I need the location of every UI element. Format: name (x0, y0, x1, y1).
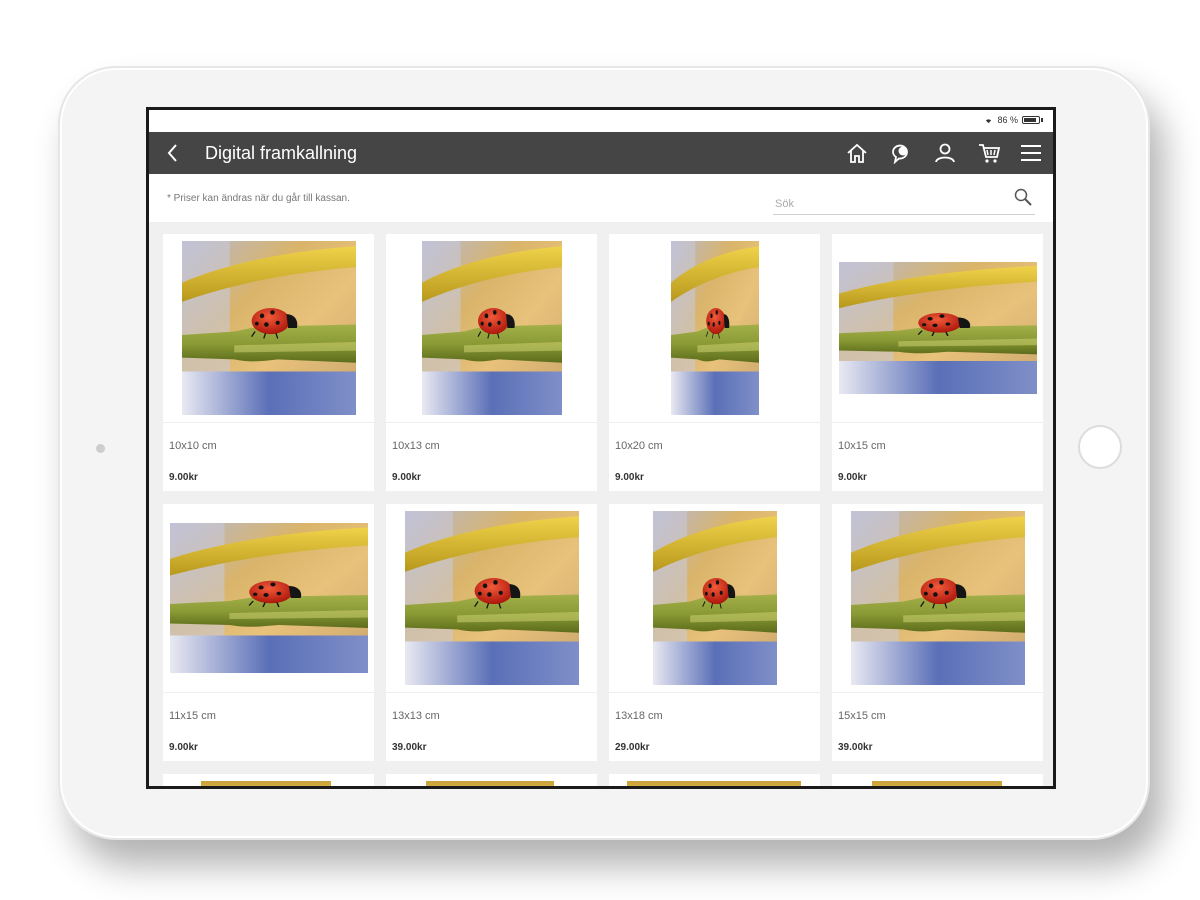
product-photo (671, 241, 759, 415)
product-photo (851, 511, 1025, 685)
back-chevron-icon[interactable] (163, 141, 183, 165)
cart-icon[interactable] (977, 142, 1001, 164)
product-price: 9.00kr (838, 472, 867, 483)
home-hardware-button[interactable] (1078, 425, 1122, 469)
product-photo (182, 241, 356, 415)
product-size: 10x10 cm (169, 440, 217, 452)
product-photo (839, 262, 1037, 394)
filter-bar: * Priser kan ändras när du går till kass… (149, 174, 1053, 222)
search-field (773, 188, 1035, 215)
product-card[interactable]: 15x15 cm 39.00kr (832, 504, 1043, 761)
product-price: 9.00kr (615, 472, 644, 483)
product-price: 9.00kr (392, 472, 421, 483)
product-card[interactable]: 13x13 cm 39.00kr (386, 504, 597, 761)
product-grid: 10x10 cm 9.00kr 10x13 cm 9.00kr 10x20 cm… (163, 234, 1043, 761)
status-bar: 86 % (149, 110, 1053, 132)
product-price: 29.00kr (615, 742, 650, 753)
product-size: 15x15 cm (838, 710, 886, 722)
battery-fill (1024, 118, 1037, 122)
front-camera (96, 444, 105, 453)
product-price: 39.00kr (838, 742, 873, 753)
tablet-screen: 86 % Digital framkallning * Priser kan ä… (146, 107, 1056, 789)
product-size: 13x13 cm (392, 710, 440, 722)
product-size: 10x15 cm (838, 440, 886, 452)
top-navigation-bar: Digital framkallning (149, 132, 1053, 174)
product-photo (422, 241, 562, 415)
search-input[interactable] (773, 194, 1007, 214)
page-title: Digital framkallning (205, 143, 358, 163)
chat-icon[interactable] (889, 142, 913, 164)
product-card[interactable]: 10x13 cm 9.00kr (386, 234, 597, 491)
user-icon[interactable] (933, 142, 957, 164)
product-photo (405, 511, 579, 685)
product-photo (170, 523, 368, 673)
product-size: 13x18 cm (615, 710, 663, 722)
product-card[interactable]: 11x15 cm 9.00kr (163, 504, 374, 761)
product-size: 10x13 cm (392, 440, 440, 452)
product-size: 10x20 cm (615, 440, 663, 452)
price-disclaimer: * Priser kan ändras när du går till kass… (167, 193, 350, 204)
product-price: 39.00kr (392, 742, 427, 753)
menu-icon[interactable] (1019, 142, 1043, 164)
product-photo (653, 511, 777, 685)
product-card[interactable]: 13x18 cm 29.00kr (609, 504, 820, 761)
product-price: 9.00kr (169, 742, 198, 753)
product-card[interactable] (386, 774, 597, 786)
product-card[interactable]: 10x15 cm 9.00kr (832, 234, 1043, 491)
product-card[interactable]: 10x10 cm 9.00kr (163, 234, 374, 491)
product-card[interactable] (609, 774, 820, 786)
wifi-icon (986, 118, 992, 123)
product-size: 11x15 cm (169, 710, 216, 722)
product-card[interactable] (163, 774, 374, 786)
battery-percent: 86 % (997, 115, 1018, 125)
home-icon[interactable] (845, 142, 869, 164)
product-price: 9.00kr (169, 472, 198, 483)
search-icon[interactable] (1013, 187, 1033, 207)
battery-icon (1022, 116, 1040, 124)
product-card[interactable]: 10x20 cm 9.00kr (609, 234, 820, 491)
next-row-peek (163, 774, 1043, 786)
product-card[interactable] (832, 774, 1043, 786)
